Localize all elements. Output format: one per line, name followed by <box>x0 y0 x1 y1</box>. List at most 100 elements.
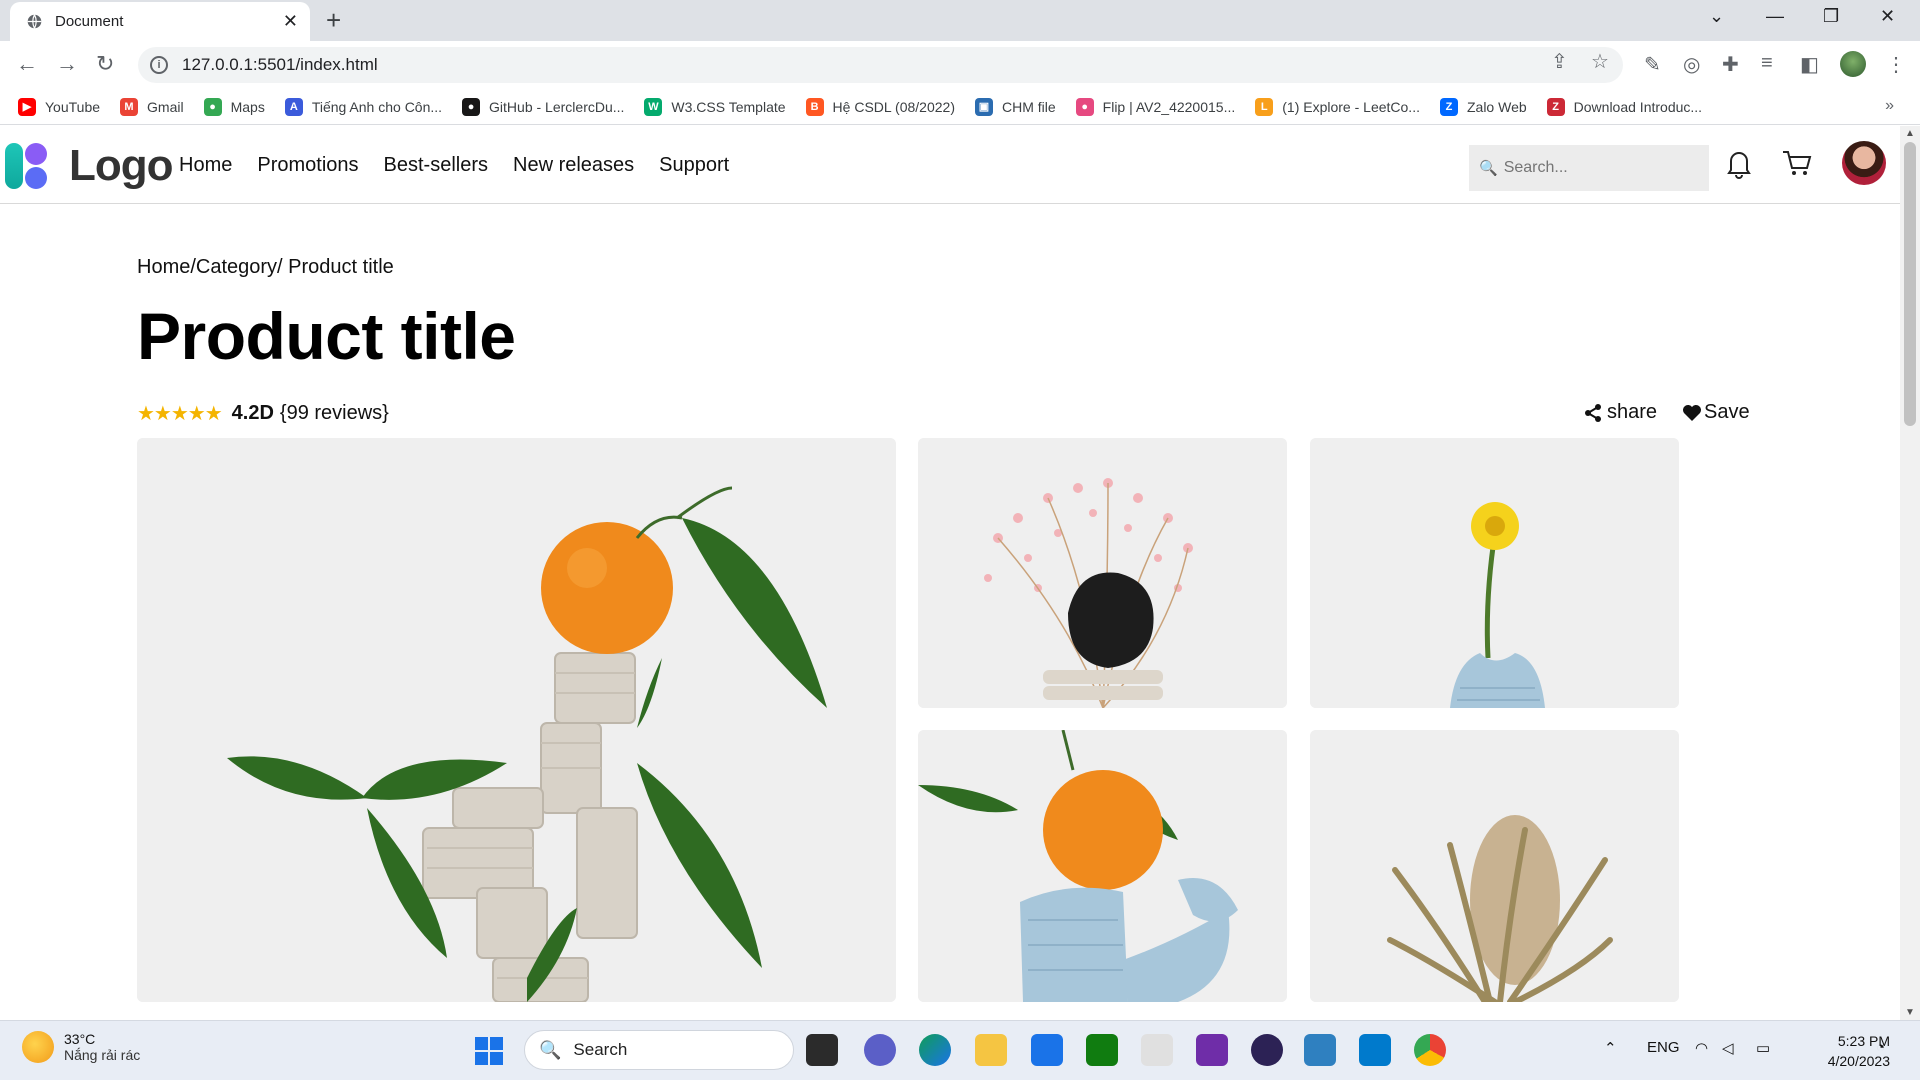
windows-start-icon[interactable] <box>474 1036 504 1066</box>
bookmarks-bar: ▶ YouTube M Gmail ● Maps A Tiếng Anh cho Côn...… <box>0 89 1920 125</box>
browser-tab-strip: Document ✕ + ⌄ — ❐ ✕ <box>0 0 1920 41</box>
bookmark-label: Zalo Web <box>1466 98 1527 115</box>
bookmark-item[interactable]: ● Flip | AV2_4220015... <box>1075 97 1235 116</box>
cart-icon[interactable] <box>1780 146 1814 180</box>
nav-new-releases[interactable]: New releases <box>513 154 634 177</box>
eclipse-icon[interactable] <box>1251 1034 1283 1066</box>
chm-file-icon: ▣ <box>974 97 993 116</box>
scroll-up-arrow-icon[interactable]: ▲ <box>1905 128 1915 139</box>
nav-home[interactable]: Home <box>179 154 232 177</box>
bookmark-label: Gmail <box>147 98 184 115</box>
teams-chat-icon[interactable] <box>864 1034 896 1066</box>
search-icon: 🔍 <box>539 1039 562 1060</box>
minimize-window-icon[interactable]: — <box>1766 6 1784 27</box>
bookmark-item[interactable]: ● Maps <box>203 97 265 116</box>
reload-icon[interactable]: ↻ <box>96 51 114 77</box>
site-info-icon[interactable]: i <box>150 56 168 74</box>
photo-pink-flowers-stone[interactable] <box>918 438 1287 708</box>
scroll-down-arrow-icon[interactable]: ▼ <box>1905 1007 1915 1018</box>
weather-sun-icon <box>22 1031 54 1063</box>
youtube-icon: ▶ <box>18 97 36 116</box>
logo-mark-icon <box>5 141 55 191</box>
bookmark-item[interactable]: M Gmail <box>120 97 184 116</box>
extensions-puzzle-icon[interactable]: ✚ <box>1722 52 1739 77</box>
bookmark-item[interactable]: B Hệ CSDL (08/2022) <box>805 97 955 116</box>
bookmark-item[interactable]: Z Zalo Web <box>1439 97 1527 116</box>
browser-profile-avatar[interactable] <box>1840 51 1866 77</box>
zotero-icon: Z <box>1546 97 1565 116</box>
photo-orange-blue-sculpture[interactable] <box>918 730 1287 1002</box>
close-tab-icon[interactable]: ✕ <box>283 11 298 32</box>
paint-icon[interactable] <box>1304 1034 1336 1066</box>
new-tab-button[interactable]: + <box>326 6 341 34</box>
share-icon <box>1585 403 1601 422</box>
snipping-tool-icon[interactable] <box>1141 1034 1173 1066</box>
forward-arrow-icon[interactable]: → <box>56 51 78 77</box>
mail-icon[interactable] <box>1031 1034 1063 1066</box>
english-site-icon: A <box>284 97 303 116</box>
site-logo[interactable]: Logo <box>5 141 174 191</box>
bookmark-item[interactable]: L (1) Explore - LeetCo... <box>1255 97 1420 116</box>
weather-widget[interactable]: 33°C Nắng rải rác <box>22 1031 140 1063</box>
taskbar-search[interactable]: 🔍 Search <box>524 1030 794 1070</box>
extension-pen-icon[interactable]: ✎ <box>1644 52 1661 77</box>
breadcrumb[interactable]: Home/Category/ Product title <box>137 256 394 279</box>
search-input[interactable] <box>1503 159 1704 177</box>
volume-icon[interactable]: ◁ <box>1722 1039 1734 1057</box>
extension-compass-icon[interactable]: ◎ <box>1683 52 1700 77</box>
edge-icon[interactable] <box>919 1034 951 1066</box>
file-explorer-icon[interactable] <box>975 1034 1007 1066</box>
bookmark-item[interactable]: ▶ YouTube <box>18 97 100 116</box>
bell-icon[interactable] <box>1722 146 1756 180</box>
page-scrollbar[interactable]: ▲ ▼ <box>1900 126 1920 1020</box>
search-icon: 🔍 <box>1479 160 1498 177</box>
zalo-icon: Z <box>1439 97 1458 116</box>
nav-promotions[interactable]: Promotions <box>257 154 358 177</box>
url-text[interactable]: 127.0.0.1:5501/index.html <box>182 55 378 75</box>
photo-yellow-flower-vase[interactable] <box>1310 438 1679 708</box>
user-avatar[interactable] <box>1842 141 1886 185</box>
share-page-icon[interactable]: ⇪ <box>1551 49 1568 74</box>
review-count[interactable]: {99 reviews} <box>280 402 389 425</box>
restore-window-icon[interactable]: ❐ <box>1823 6 1839 27</box>
vscode-icon[interactable] <box>1359 1034 1391 1066</box>
taskbar-clock[interactable]: 5:23 PM 4/20/2023 <box>1790 1031 1890 1071</box>
share-button[interactable]: share <box>1584 401 1657 424</box>
side-panel-icon[interactable]: ◧ <box>1800 52 1819 77</box>
nav-best-sellers[interactable]: Best-sellers <box>384 154 488 177</box>
language-indicator[interactable]: ENG <box>1647 1039 1680 1056</box>
bookmark-item[interactable]: ▣ CHM file <box>974 97 1056 116</box>
app-purple-icon[interactable] <box>1196 1034 1228 1066</box>
back-arrow-icon[interactable]: ← <box>16 51 38 77</box>
bookmark-item[interactable]: Z Download Introduc... <box>1546 97 1702 116</box>
battery-icon[interactable]: ▭ <box>1756 1039 1770 1057</box>
bookmark-label: Hệ CSDL (08/2022) <box>832 98 955 115</box>
wifi-icon[interactable]: ◠ <box>1695 1039 1708 1057</box>
bookmark-item[interactable]: W W3.CSS Template <box>644 97 786 116</box>
address-bar[interactable]: i 127.0.0.1:5501/index.html <box>138 47 1623 83</box>
chrome-icon[interactable] <box>1414 1034 1446 1066</box>
rating-score: 4.2D <box>231 402 274 424</box>
scroll-thumb[interactable] <box>1904 142 1916 426</box>
main-photo-orange-sculpture[interactable] <box>137 438 896 1002</box>
bookmark-item[interactable]: A Tiếng Anh cho Côn... <box>284 97 442 116</box>
reading-list-icon[interactable]: ≡ <box>1761 52 1773 75</box>
photo-dried-banksia[interactable] <box>1310 730 1679 1002</box>
more-bookmarks-icon[interactable]: » <box>1885 97 1894 115</box>
tab-search-chevron-icon[interactable]: ⌄ <box>1709 6 1724 27</box>
page-title: Product title <box>137 299 516 373</box>
close-window-icon[interactable]: ✕ <box>1880 6 1895 27</box>
show-hidden-icons-chevron-icon[interactable]: ⌃ <box>1604 1039 1617 1057</box>
notifications-bell-icon[interactable]: ◔ <box>1876 1039 1885 1056</box>
bookmark-label: (1) Explore - LeetCo... <box>1282 98 1420 115</box>
save-button[interactable]: Save <box>1682 401 1750 424</box>
task-view-icon[interactable] <box>806 1034 838 1066</box>
browser-tab-document[interactable]: Document ✕ <box>10 2 310 41</box>
browser-menu-icon[interactable]: ⋮ <box>1886 52 1906 77</box>
page-viewport: Logo Home Promotions Best-sellers New re… <box>0 126 1920 1020</box>
bookmark-item[interactable]: ● GitHub - LerclercDu... <box>462 97 624 116</box>
site-search: 🔍 <box>1469 145 1709 191</box>
bookmark-star-icon[interactable]: ☆ <box>1591 49 1609 74</box>
nav-support[interactable]: Support <box>659 154 729 177</box>
xbox-icon[interactable] <box>1086 1034 1118 1066</box>
